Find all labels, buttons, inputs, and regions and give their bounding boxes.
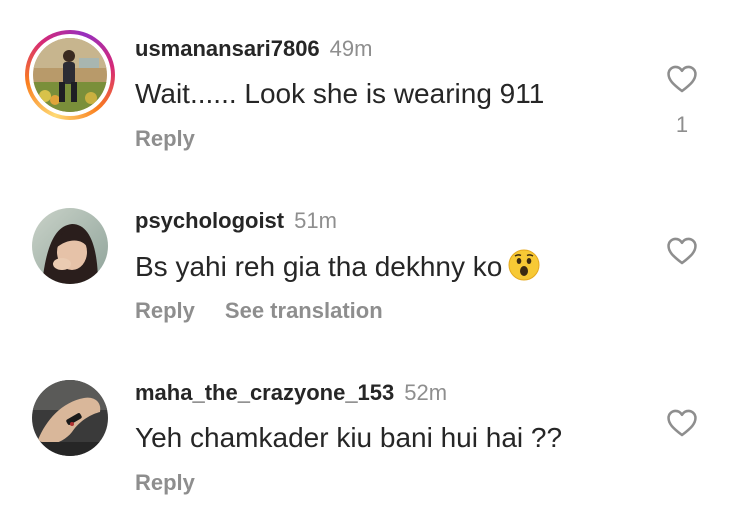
comment-text: Bs yahi reh gia tha dekhny ko [135,251,503,282]
heart-icon[interactable] [665,406,699,440]
comment-actions: Reply [135,126,195,152]
comment-time: 51m [294,208,337,233]
comment-meta: maha_the_crazyone_153 52m [135,380,447,406]
reply-button[interactable]: Reply [135,126,195,151]
astonished-face-emoji-icon [508,249,540,289]
comment-item: usmanansari7806 49m Wait...... Look she i… [0,0,740,172]
comment-actions: Reply [135,470,195,496]
reply-button[interactable]: Reply [135,470,195,495]
comment-item: maha_the_crazyone_153 52m Yeh chamkader k… [0,344,740,516]
comment-item: psychologoist 51m Bs yahi reh gia tha dek… [0,172,740,344]
like-count: 1 [675,112,689,137]
comment-username[interactable]: usmanansari7806 [135,36,320,61]
comment-text: Wait...... Look she is wearing 911 [135,78,545,109]
avatar[interactable] [32,208,108,284]
comment-time: 49m [329,36,373,61]
comment-username[interactable]: psychologoist [135,208,284,233]
reply-button[interactable]: Reply [135,298,195,323]
avatar[interactable] [32,380,108,456]
comment-time: 52m [404,380,448,405]
heart-icon[interactable] [665,234,699,268]
comment-actions: Reply See translation [135,298,383,324]
comment-text: Yeh chamkader kiu bani hui hai ?? [135,422,563,453]
see-translation-button[interactable]: See translation [225,298,383,323]
comment-text-row: Bs yahi reh gia tha dekhny ko [135,249,540,289]
avatar [33,38,107,112]
comment-username[interactable]: maha_the_crazyone_153 [135,380,394,405]
heart-icon[interactable] [665,62,699,96]
comment-meta: usmanansari7806 49m [135,36,372,62]
comment-meta: psychologoist 51m [135,208,337,234]
avatar-story-ring[interactable] [25,30,115,120]
